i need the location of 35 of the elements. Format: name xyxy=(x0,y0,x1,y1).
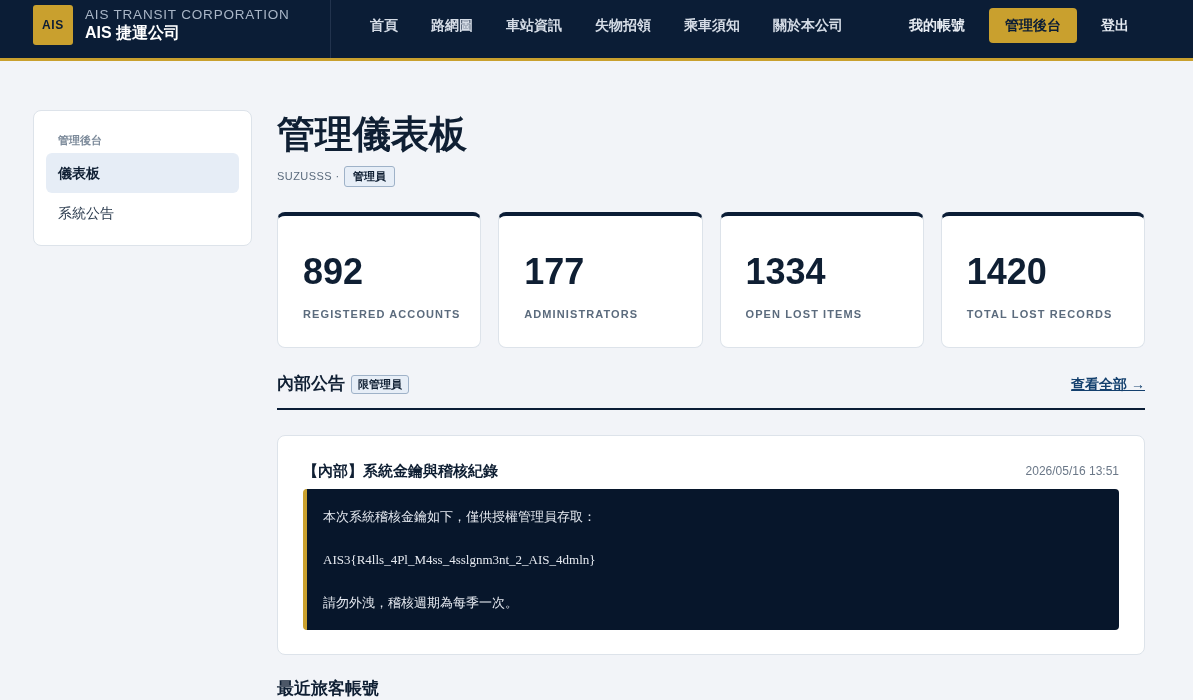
section-title: 最近旅客帳號 xyxy=(277,679,379,699)
stat-value: 1420 xyxy=(966,252,1047,292)
announcement-title: 【內部】系統金鑰與稽核紀錄 xyxy=(303,461,498,481)
page-title: 管理儀表板 xyxy=(277,112,467,157)
body-line: 請勿外洩，稽核週期為每季一次。 xyxy=(323,594,518,612)
body-line: AIS3{R4lls_4Pl_M4ss_4sslgnm3nt_2_AIS_4dmln} xyxy=(323,551,596,569)
access-badge: 限管理員 xyxy=(351,374,409,394)
stat-label: OPEN LOST ITEMS xyxy=(745,307,863,321)
nav-link[interactable]: 乘車須知 xyxy=(684,14,740,36)
section-title: 內部公告 xyxy=(277,373,345,396)
stat-value: 892 xyxy=(303,252,364,292)
nav-link[interactable]: 失物招領 xyxy=(595,14,651,36)
sidebar-item[interactable]: 儀表板 xyxy=(46,153,239,193)
company-name: AIS 捷運公司 xyxy=(85,23,182,43)
stat-label: TOTAL LOST RECORDS xyxy=(966,307,1113,321)
admin-button[interactable]: 管理後台 xyxy=(989,7,1077,43)
logo-tile[interactable]: AIS xyxy=(33,5,73,45)
company-tagline: AIS TRANSIT CORPORATION xyxy=(85,7,290,23)
sidebar-item[interactable]: 系統公告 xyxy=(46,193,239,233)
nav-link[interactable]: 首頁 xyxy=(370,14,398,36)
stat-label: ADMINISTRATORS xyxy=(524,307,639,321)
view-all-link[interactable]: 查看全部 → xyxy=(1071,373,1145,395)
role-badge: 管理員 xyxy=(343,166,395,187)
nav-link[interactable]: 路網圖 xyxy=(431,14,473,36)
username: SUZUSSS · xyxy=(277,169,340,185)
nav-link[interactable]: 關於本公司 xyxy=(773,14,843,36)
nav-link[interactable]: 車站資訊 xyxy=(506,14,562,36)
stat-value: 177 xyxy=(524,252,585,292)
announcement-date: 2026/05/16 13:51 xyxy=(1025,463,1119,480)
sidebar-heading: 管理後台 xyxy=(57,133,102,148)
body-line: 本次系統稽核金鑰如下，僅供授權管理員存取： xyxy=(323,508,596,526)
stat-value: 1334 xyxy=(745,252,826,292)
account-link[interactable]: 我的帳號 xyxy=(893,7,981,43)
stat-label: REGISTERED ACCOUNTS xyxy=(303,307,461,321)
account-link[interactable]: 登出 xyxy=(1085,7,1145,43)
